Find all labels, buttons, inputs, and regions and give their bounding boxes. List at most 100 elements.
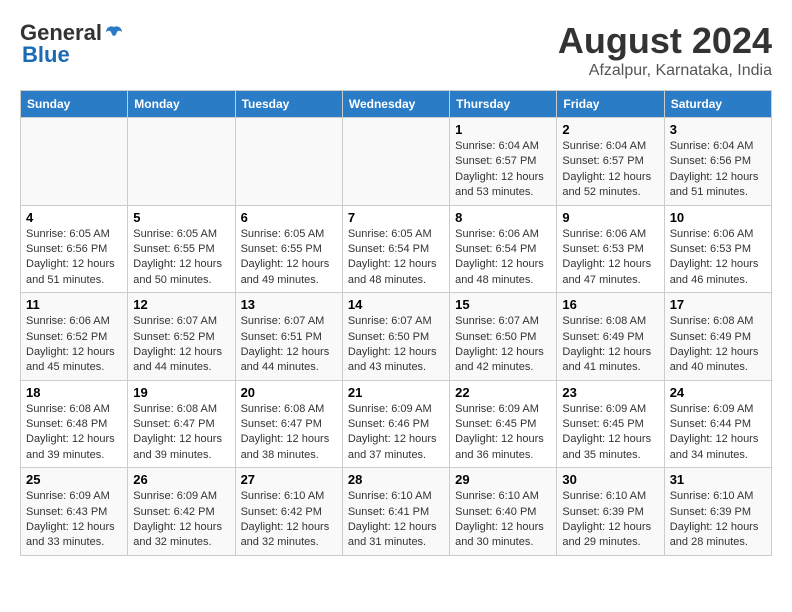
day-number: 4 bbox=[26, 210, 122, 225]
calendar-cell: 9 Sunrise: 6:06 AM Sunset: 6:53 PM Daylig… bbox=[557, 205, 664, 293]
day-number: 19 bbox=[133, 385, 229, 400]
calendar-cell: 5Sunrise: 6:05 AM Sunset: 6:55 PM Daylig… bbox=[128, 205, 235, 293]
weekday-header-wednesday: Wednesday bbox=[342, 91, 449, 118]
day-info: Sunrise: 6:04 AM Sunset: 6:56 PM Dayligh… bbox=[670, 139, 766, 201]
calendar-week-row: 18Sunrise: 6:08 AM Sunset: 6:48 PM Dayli… bbox=[21, 380, 772, 468]
day-number: 2 bbox=[562, 122, 658, 137]
calendar-cell: 30Sunrise: 6:10 AM Sunset: 6:39 PM Dayli… bbox=[557, 468, 664, 556]
calendar-cell: 19 Sunrise: 6:08 AM Sunset: 6:47 PM Dayli… bbox=[128, 380, 235, 468]
calendar-cell: 23 Sunrise: 6:09 AM Sunset: 6:45 PM Dayli… bbox=[557, 380, 664, 468]
day-info: Sunrise: 6:09 AM Sunset: 6:44 PM Dayligh… bbox=[670, 402, 766, 464]
calendar-cell: 10 Sunrise: 6:06 AM Sunset: 6:53 PM Dayli… bbox=[664, 205, 771, 293]
day-number: 31 bbox=[670, 472, 766, 487]
day-number: 24 bbox=[670, 385, 766, 400]
calendar-cell bbox=[128, 118, 235, 206]
day-number: 15 bbox=[455, 297, 551, 312]
day-info: Sunrise: 6:05 AM Sunset: 6:55 PM Dayligh… bbox=[241, 227, 337, 289]
calendar-cell: 12 Sunrise: 6:07 AM Sunset: 6:52 PM Dayli… bbox=[128, 293, 235, 381]
day-number: 28 bbox=[348, 472, 444, 487]
weekday-header-thursday: Thursday bbox=[450, 91, 557, 118]
calendar-cell: 21 Sunrise: 6:09 AM Sunset: 6:46 PM Dayli… bbox=[342, 380, 449, 468]
calendar-cell: 14 Sunrise: 6:07 AM Sunset: 6:50 PM Dayli… bbox=[342, 293, 449, 381]
day-info: Sunrise: 6:10 AM Sunset: 6:40 PM Dayligh… bbox=[455, 489, 551, 551]
calendar-cell bbox=[235, 118, 342, 206]
day-info: Sunrise: 6:06 AM Sunset: 6:53 PM Dayligh… bbox=[670, 227, 766, 289]
day-info: Sunrise: 6:09 AM Sunset: 6:42 PM Dayligh… bbox=[133, 489, 229, 551]
calendar-cell: 4 Sunrise: 6:05 AM Sunset: 6:56 PM Daylig… bbox=[21, 205, 128, 293]
day-number: 5 bbox=[133, 210, 229, 225]
day-number: 3 bbox=[670, 122, 766, 137]
calendar-cell: 27 Sunrise: 6:10 AM Sunset: 6:42 PM Dayli… bbox=[235, 468, 342, 556]
day-info: Sunrise: 6:08 AM Sunset: 6:47 PM Dayligh… bbox=[133, 402, 229, 464]
weekday-header-saturday: Saturday bbox=[664, 91, 771, 118]
weekday-header-tuesday: Tuesday bbox=[235, 91, 342, 118]
day-number: 21 bbox=[348, 385, 444, 400]
calendar-cell: 8Sunrise: 6:06 AM Sunset: 6:54 PM Daylig… bbox=[450, 205, 557, 293]
day-info: Sunrise: 6:10 AM Sunset: 6:42 PM Dayligh… bbox=[241, 489, 337, 551]
calendar-week-row: 4 Sunrise: 6:05 AM Sunset: 6:56 PM Daylig… bbox=[21, 205, 772, 293]
header: General Blue August 2024 Afzalpur, Karna… bbox=[20, 20, 772, 80]
day-info: Sunrise: 6:07 AM Sunset: 6:50 PM Dayligh… bbox=[348, 314, 444, 376]
calendar-cell: 18Sunrise: 6:08 AM Sunset: 6:48 PM Dayli… bbox=[21, 380, 128, 468]
day-number: 1 bbox=[455, 122, 551, 137]
day-number: 25 bbox=[26, 472, 122, 487]
day-number: 10 bbox=[670, 210, 766, 225]
day-number: 12 bbox=[133, 297, 229, 312]
day-info: Sunrise: 6:05 AM Sunset: 6:56 PM Dayligh… bbox=[26, 227, 122, 289]
day-number: 30 bbox=[562, 472, 658, 487]
day-number: 20 bbox=[241, 385, 337, 400]
day-number: 16 bbox=[562, 297, 658, 312]
day-info: Sunrise: 6:04 AM Sunset: 6:57 PM Dayligh… bbox=[562, 139, 658, 201]
calendar-cell: 17 Sunrise: 6:08 AM Sunset: 6:49 PM Dayli… bbox=[664, 293, 771, 381]
day-info: Sunrise: 6:08 AM Sunset: 6:49 PM Dayligh… bbox=[562, 314, 658, 376]
day-info: Sunrise: 6:06 AM Sunset: 6:52 PM Dayligh… bbox=[26, 314, 122, 376]
weekday-header-monday: Monday bbox=[128, 91, 235, 118]
title-area: August 2024 Afzalpur, Karnataka, India bbox=[558, 20, 772, 80]
day-info: Sunrise: 6:07 AM Sunset: 6:52 PM Dayligh… bbox=[133, 314, 229, 376]
calendar-cell: 15 Sunrise: 6:07 AM Sunset: 6:50 PM Dayli… bbox=[450, 293, 557, 381]
day-number: 7 bbox=[348, 210, 444, 225]
calendar-week-row: 11 Sunrise: 6:06 AM Sunset: 6:52 PM Dayli… bbox=[21, 293, 772, 381]
day-info: Sunrise: 6:04 AM Sunset: 6:57 PM Dayligh… bbox=[455, 139, 551, 201]
logo-blue-text: Blue bbox=[22, 42, 70, 68]
calendar-cell: 22Sunrise: 6:09 AM Sunset: 6:45 PM Dayli… bbox=[450, 380, 557, 468]
day-info: Sunrise: 6:05 AM Sunset: 6:54 PM Dayligh… bbox=[348, 227, 444, 289]
calendar-cell: 2 Sunrise: 6:04 AM Sunset: 6:57 PM Daylig… bbox=[557, 118, 664, 206]
day-info: Sunrise: 6:09 AM Sunset: 6:46 PM Dayligh… bbox=[348, 402, 444, 464]
day-info: Sunrise: 6:09 AM Sunset: 6:45 PM Dayligh… bbox=[455, 402, 551, 464]
day-number: 13 bbox=[241, 297, 337, 312]
day-number: 14 bbox=[348, 297, 444, 312]
day-number: 27 bbox=[241, 472, 337, 487]
day-number: 17 bbox=[670, 297, 766, 312]
page-title: August 2024 bbox=[558, 20, 772, 62]
calendar-cell: 7 Sunrise: 6:05 AM Sunset: 6:54 PM Daylig… bbox=[342, 205, 449, 293]
day-number: 23 bbox=[562, 385, 658, 400]
day-info: Sunrise: 6:08 AM Sunset: 6:48 PM Dayligh… bbox=[26, 402, 122, 464]
calendar-week-row: 25Sunrise: 6:09 AM Sunset: 6:43 PM Dayli… bbox=[21, 468, 772, 556]
weekday-header-friday: Friday bbox=[557, 91, 664, 118]
day-info: Sunrise: 6:08 AM Sunset: 6:47 PM Dayligh… bbox=[241, 402, 337, 464]
day-info: Sunrise: 6:10 AM Sunset: 6:41 PM Dayligh… bbox=[348, 489, 444, 551]
day-number: 9 bbox=[562, 210, 658, 225]
page-subtitle: Afzalpur, Karnataka, India bbox=[558, 62, 772, 80]
day-info: Sunrise: 6:06 AM Sunset: 6:53 PM Dayligh… bbox=[562, 227, 658, 289]
day-number: 11 bbox=[26, 297, 122, 312]
weekday-header-row: SundayMondayTuesdayWednesdayThursdayFrid… bbox=[21, 91, 772, 118]
calendar-cell: 16 Sunrise: 6:08 AM Sunset: 6:49 PM Dayli… bbox=[557, 293, 664, 381]
calendar-cell: 3 Sunrise: 6:04 AM Sunset: 6:56 PM Daylig… bbox=[664, 118, 771, 206]
calendar-cell: 11 Sunrise: 6:06 AM Sunset: 6:52 PM Dayli… bbox=[21, 293, 128, 381]
day-number: 6 bbox=[241, 210, 337, 225]
calendar-table: SundayMondayTuesdayWednesdayThursdayFrid… bbox=[20, 90, 772, 556]
logo-bird-icon bbox=[104, 23, 124, 43]
logo: General Blue bbox=[20, 20, 124, 68]
day-info: Sunrise: 6:07 AM Sunset: 6:50 PM Dayligh… bbox=[455, 314, 551, 376]
day-info: Sunrise: 6:08 AM Sunset: 6:49 PM Dayligh… bbox=[670, 314, 766, 376]
day-info: Sunrise: 6:07 AM Sunset: 6:51 PM Dayligh… bbox=[241, 314, 337, 376]
calendar-cell: 29Sunrise: 6:10 AM Sunset: 6:40 PM Dayli… bbox=[450, 468, 557, 556]
day-info: Sunrise: 6:09 AM Sunset: 6:45 PM Dayligh… bbox=[562, 402, 658, 464]
calendar-cell: 20 Sunrise: 6:08 AM Sunset: 6:47 PM Dayli… bbox=[235, 380, 342, 468]
day-info: Sunrise: 6:06 AM Sunset: 6:54 PM Dayligh… bbox=[455, 227, 551, 289]
calendar-cell bbox=[21, 118, 128, 206]
calendar-cell: 6 Sunrise: 6:05 AM Sunset: 6:55 PM Daylig… bbox=[235, 205, 342, 293]
calendar-cell: 13 Sunrise: 6:07 AM Sunset: 6:51 PM Dayli… bbox=[235, 293, 342, 381]
